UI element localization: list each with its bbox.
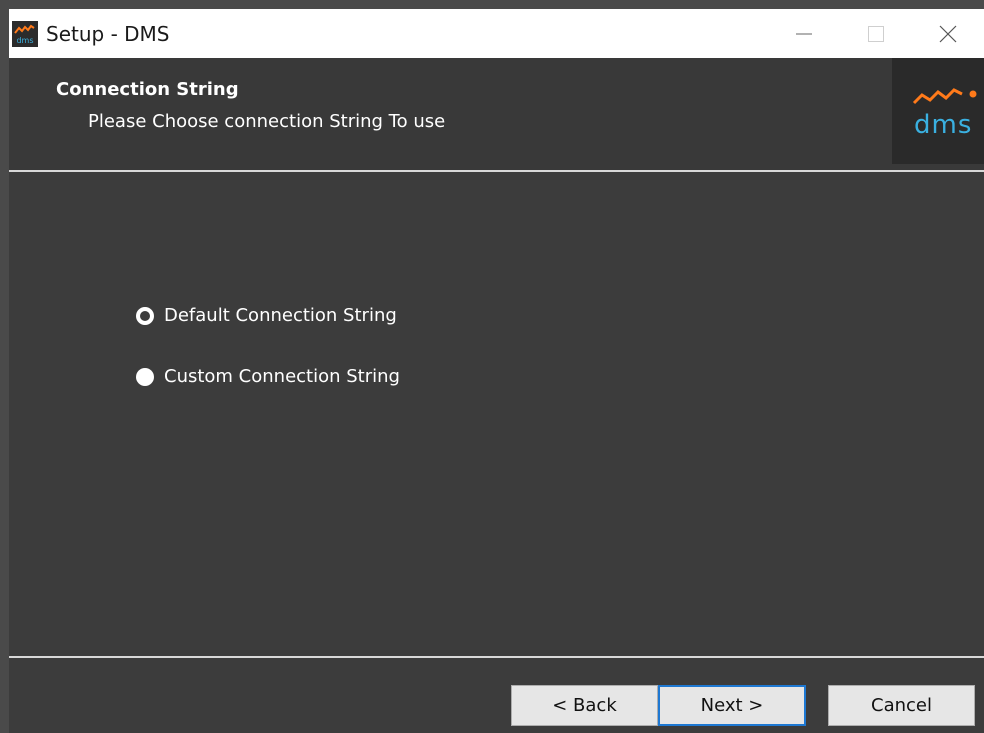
radio-unselected-icon[interactable] [136,367,154,386]
window-controls [768,9,984,58]
dms-logo: dms [892,58,984,164]
back-button[interactable]: < Back [511,685,658,726]
wizard-header: Connection String Please Choose connecti… [9,58,984,170]
window-shadow-left [0,0,9,733]
option-default-connection[interactable]: Default Connection String [136,305,397,326]
app-icon: dms [12,20,38,47]
app-icon-text: dms [16,36,33,45]
option-custom-connection[interactable]: Custom Connection String [136,366,400,387]
options-panel: Default Connection String Custom Connect… [9,172,984,656]
logo-wave-icon [912,88,977,105]
window-shadow-top [0,0,984,9]
option-label: Default Connection String [164,305,397,326]
option-label: Custom Connection String [164,366,400,387]
radio-selected-icon[interactable] [136,306,154,325]
next-button[interactable]: Next > [658,685,806,726]
maximize-button[interactable] [840,9,912,58]
wizard-footer: < Back Next > Cancel [9,658,984,733]
close-icon [939,25,957,42]
minimize-icon [796,33,812,34]
title-bar[interactable]: dms Setup - DMS [9,9,984,58]
page-title: Connection String [56,79,239,100]
window-title: Setup - DMS [46,21,170,46]
minimize-button[interactable] [768,9,840,58]
close-button[interactable] [912,9,984,58]
maximize-icon [868,25,884,42]
logo-text: dms [914,110,973,140]
cancel-button[interactable]: Cancel [828,685,975,726]
page-subtitle: Please Choose connection String To use [88,111,446,132]
